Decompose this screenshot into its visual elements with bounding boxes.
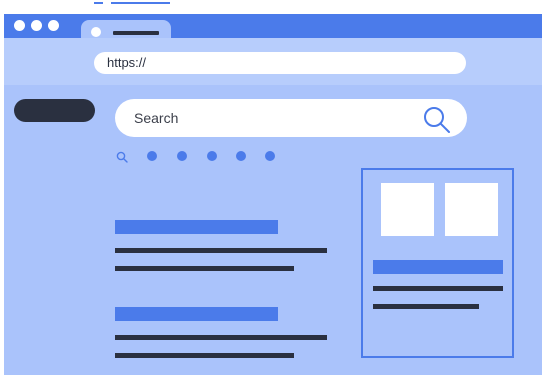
- search-tab-2[interactable]: [177, 151, 187, 161]
- search-tab-1[interactable]: [147, 151, 157, 161]
- window-control-maximize[interactable]: [48, 20, 59, 31]
- search-icon[interactable]: [421, 104, 453, 136]
- search-tab-icon[interactable]: [116, 151, 128, 163]
- search-tab-4[interactable]: [236, 151, 246, 161]
- site-logo[interactable]: [14, 99, 95, 122]
- result-title-1[interactable]: [115, 220, 278, 234]
- result-snippet-line: [115, 266, 294, 271]
- top-line-short: [94, 2, 103, 4]
- address-bar[interactable]: https://: [94, 52, 466, 74]
- browser-window: https:// Search: [4, 14, 542, 375]
- result-snippet-line: [115, 248, 327, 253]
- browser-toolbar: https://: [4, 38, 542, 85]
- ad-panel[interactable]: [361, 168, 514, 358]
- ad-text-line: [373, 286, 503, 291]
- top-line-long: [111, 2, 170, 4]
- search-tab-3[interactable]: [207, 151, 217, 161]
- result-snippet-line: [115, 353, 294, 358]
- ad-title[interactable]: [373, 260, 503, 274]
- ad-text-line: [373, 304, 479, 309]
- window-control-close[interactable]: [14, 20, 25, 31]
- tab-title-placeholder: [113, 31, 159, 35]
- search-tab-5[interactable]: [265, 151, 275, 161]
- ad-image-1: [381, 183, 434, 236]
- address-bar-url: https://: [107, 55, 147, 70]
- tab-favicon-icon: [91, 27, 101, 37]
- result-title-2[interactable]: [115, 307, 278, 321]
- search-input[interactable]: Search: [115, 99, 467, 137]
- result-snippet-line: [115, 335, 327, 340]
- window-control-minimize[interactable]: [31, 20, 42, 31]
- search-placeholder: Search: [134, 110, 179, 126]
- ad-image-2: [445, 183, 498, 236]
